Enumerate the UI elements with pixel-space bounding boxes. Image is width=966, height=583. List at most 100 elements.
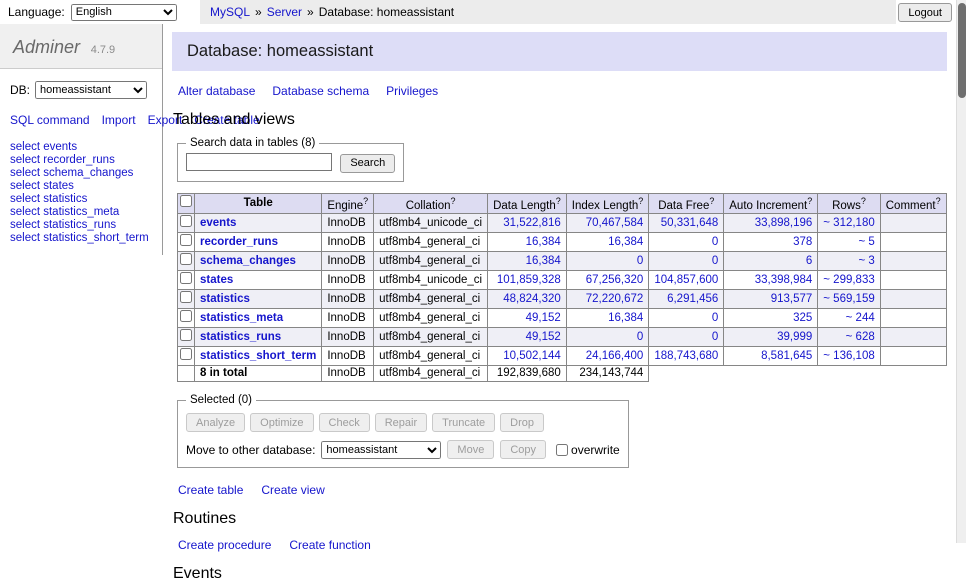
row-checkbox[interactable] xyxy=(180,215,192,227)
link-alter-database[interactable]: Alter database xyxy=(178,84,255,98)
bulk-button-drop[interactable]: Drop xyxy=(500,413,544,432)
auto-increment-cell: 39,999 xyxy=(724,328,818,347)
row-checkbox[interactable] xyxy=(180,329,192,341)
language-area: Language: English xyxy=(0,0,200,24)
table-name-cell: statistics xyxy=(195,290,322,309)
column-help-link[interactable]: ? xyxy=(450,196,455,206)
row-checkbox[interactable] xyxy=(180,234,192,246)
link-create-procedure[interactable]: Create procedure xyxy=(178,538,271,552)
row-checkbox[interactable] xyxy=(180,348,192,360)
column-header-comment[interactable]: Comment? xyxy=(880,193,946,214)
language-select[interactable]: English xyxy=(71,4,177,21)
db-select[interactable]: homeassistant xyxy=(35,81,147,99)
column-header-engine[interactable]: Engine? xyxy=(322,193,374,214)
data-free-cell: 0 xyxy=(649,309,724,328)
table-link-statistics-meta[interactable]: statistics_meta xyxy=(200,312,283,324)
data-length-cell: 48,824,320 xyxy=(488,290,567,309)
column-header-rows[interactable]: Rows? xyxy=(818,193,880,214)
move-button[interactable]: Move xyxy=(447,440,494,459)
table-link-statistics-short-term[interactable]: statistics_short_term xyxy=(200,350,316,362)
column-header-collation[interactable]: Collation? xyxy=(374,193,488,214)
collation-cell: utf8mb4_general_ci xyxy=(374,252,488,271)
link-create-table[interactable]: Create table xyxy=(178,483,243,497)
collation-cell: utf8mb4_general_ci xyxy=(374,309,488,328)
sidebar-item-select-schema-changes[interactable]: select schema_changes xyxy=(10,167,162,180)
engine-cell: InnoDB xyxy=(322,233,374,252)
bulk-button-analyze[interactable]: Analyze xyxy=(186,413,245,432)
column-help-link[interactable]: ? xyxy=(807,196,812,206)
column-help-link[interactable]: ? xyxy=(556,196,561,206)
data-length-cell: 31,522,816 xyxy=(488,214,567,233)
table-link-recorder-runs[interactable]: recorder_runs xyxy=(200,236,278,248)
column-help-link[interactable]: ? xyxy=(709,196,714,206)
link-privileges[interactable]: Privileges xyxy=(386,84,438,98)
index-length-cell: 70,467,584 xyxy=(566,214,649,233)
data-free-cell: 188,743,680 xyxy=(649,347,724,366)
overwrite-checkbox[interactable] xyxy=(556,444,568,456)
move-row: Move to other database: homeassistant Mo… xyxy=(186,440,620,459)
comment-cell xyxy=(880,347,946,366)
column-help-link[interactable]: ? xyxy=(936,196,941,206)
auto-increment-cell: 8,581,645 xyxy=(724,347,818,366)
column-header-table[interactable]: Table xyxy=(195,193,322,214)
column-help-link[interactable]: ? xyxy=(638,196,643,206)
row-checkbox[interactable] xyxy=(180,253,192,265)
rows-count-cell: ~ 299,833 xyxy=(818,271,880,290)
data-free-cell: 0 xyxy=(649,328,724,347)
table-name-cell: statistics_meta xyxy=(195,309,322,328)
breadcrumb-server-link[interactable]: Server xyxy=(267,5,302,19)
column-header-data-free[interactable]: Data Free? xyxy=(649,193,724,214)
sidebar-item-select-statistics-short-term[interactable]: select statistics_short_term xyxy=(10,232,162,245)
rows-count-cell: ~ 312,180 xyxy=(818,214,880,233)
breadcrumb-mysql-link[interactable]: MySQL xyxy=(210,5,250,19)
table-link-schema-changes[interactable]: schema_changes xyxy=(200,255,296,267)
link-create-function[interactable]: Create function xyxy=(289,538,370,552)
link-database-schema[interactable]: Database schema xyxy=(272,84,369,98)
routine-links-row: Create procedure Create function xyxy=(178,538,947,552)
engine-cell: InnoDB xyxy=(322,290,374,309)
breadcrumb-separator: » xyxy=(255,5,262,19)
row-checkbox[interactable] xyxy=(180,272,192,284)
search-button[interactable]: Search xyxy=(340,154,395,173)
collation-cell: utf8mb4_general_ci xyxy=(374,233,488,252)
logout-button[interactable]: Logout xyxy=(898,3,952,22)
sidebar-link-sql-command[interactable]: SQL command xyxy=(10,113,90,127)
column-header-data-length[interactable]: Data Length? xyxy=(488,193,567,214)
vertical-scrollbar[interactable] xyxy=(956,0,966,543)
move-database-select[interactable]: homeassistant xyxy=(321,441,441,459)
select-all-checkbox[interactable] xyxy=(180,195,192,207)
bulk-button-repair[interactable]: Repair xyxy=(375,413,427,432)
scrollbar-thumb[interactable] xyxy=(958,3,966,98)
bulk-button-optimize[interactable]: Optimize xyxy=(250,413,313,432)
search-input[interactable] xyxy=(186,153,332,171)
table-link-statistics-runs[interactable]: statistics_runs xyxy=(200,331,281,343)
sidebar-item-select-statistics-runs[interactable]: select statistics_runs xyxy=(10,219,162,232)
table-link-states[interactable]: states xyxy=(200,274,233,286)
sidebar-item-select-events[interactable]: select events xyxy=(10,141,162,154)
bulk-button-truncate[interactable]: Truncate xyxy=(432,413,495,432)
auto-increment-cell: 33,398,984 xyxy=(724,271,818,290)
engine-cell: InnoDB xyxy=(322,347,374,366)
column-help-link[interactable]: ? xyxy=(861,196,866,206)
column-header-auto-increment[interactable]: Auto Increment? xyxy=(724,193,818,214)
select-all-cell xyxy=(178,193,195,214)
collation-cell: utf8mb4_unicode_ci xyxy=(374,214,488,233)
sidebar-item-select-states[interactable]: select states xyxy=(10,180,162,193)
column-header-index-length[interactable]: Index Length? xyxy=(566,193,649,214)
data-length-cell: 16,384 xyxy=(488,252,567,271)
row-checkbox[interactable] xyxy=(180,310,192,322)
sidebar-item-select-statistics[interactable]: select statistics xyxy=(10,193,162,206)
copy-button[interactable]: Copy xyxy=(500,440,546,459)
index-length-cell: 72,220,672 xyxy=(566,290,649,309)
sidebar-item-select-recorder-runs[interactable]: select recorder_runs xyxy=(10,154,162,167)
bulk-button-check[interactable]: Check xyxy=(319,413,370,432)
sidebar-item-select-statistics-meta[interactable]: select statistics_meta xyxy=(10,206,162,219)
table-name-cell: events xyxy=(195,214,322,233)
link-create-view[interactable]: Create view xyxy=(261,483,324,497)
table-link-statistics[interactable]: statistics xyxy=(200,293,250,305)
row-checkbox[interactable] xyxy=(180,291,192,303)
column-help-link[interactable]: ? xyxy=(363,196,368,206)
sidebar-link-import[interactable]: Import xyxy=(102,113,136,127)
table-link-events[interactable]: events xyxy=(200,217,236,229)
create-links-row: Create table Create view xyxy=(178,483,947,497)
